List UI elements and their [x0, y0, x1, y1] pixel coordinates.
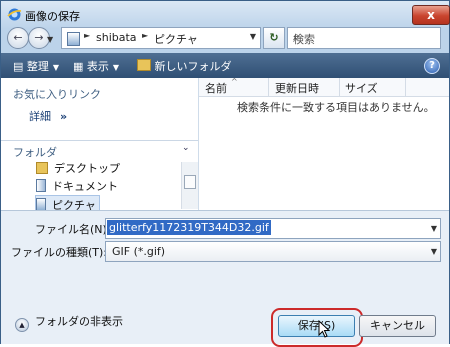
chevron-up-icon: ▲ — [15, 318, 29, 332]
back-button[interactable]: ← — [7, 27, 29, 49]
file-list[interactable]: 名前 ^ 更新日時 サイズ 検索条件に一致する項目はありません。 — [199, 77, 449, 210]
breadcrumb-separator-icon[interactable]: ► — [142, 31, 148, 40]
tree-item-label: ドキュメント — [52, 180, 118, 193]
scrollbar-thumb[interactable] — [184, 175, 196, 189]
organize-label: 整理 — [26, 60, 49, 73]
help-button[interactable]: ? — [424, 58, 440, 74]
column-divider[interactable] — [339, 78, 340, 96]
navigation-pane: お気に入りリンク 詳細» フォルダ ⌄ デスクトップ ドキュメント ピクチャ — [1, 78, 199, 215]
location-icon — [67, 32, 80, 46]
navigation-bar: ← → ▼ ► shibata ► ピクチャ ▼ ↻ 検索 ⌕ — [1, 27, 449, 51]
filename-dropdown-icon[interactable]: ▼ — [431, 224, 437, 233]
address-dropdown-icon[interactable]: ▼ — [250, 32, 256, 41]
filetype-label: ファイルの種類(T): — [11, 246, 108, 259]
tree-item-documents[interactable]: ドキュメント — [36, 178, 118, 194]
breadcrumb-pictures[interactable]: ピクチャ — [154, 31, 198, 47]
search-box[interactable]: 検索 ⌕ — [287, 27, 441, 49]
column-headers: 名前 ^ 更新日時 サイズ — [199, 77, 449, 97]
tree-item-label: デスクトップ — [54, 162, 120, 175]
views-menu[interactable]: ▦ 表示 ▼ — [73, 58, 119, 74]
refresh-button[interactable]: ↻ — [263, 27, 285, 49]
hide-folders-toggle[interactable]: ▲ フォルダの非表示 — [15, 313, 123, 332]
chevron-down-icon: ▼ — [52, 63, 60, 72]
column-size[interactable]: サイズ — [345, 80, 378, 96]
search-icon[interactable]: ⌕ — [293, 29, 436, 44]
filetype-select[interactable]: GIF (*.gif) ▼ — [105, 241, 441, 262]
details-link[interactable]: 詳細 » — [29, 108, 67, 124]
organize-menu[interactable]: ▤ 整理 ▼ — [13, 58, 59, 74]
double-chevron-icon: » — [60, 110, 68, 123]
views-label: 表示 — [86, 60, 109, 73]
column-divider[interactable] — [405, 78, 406, 96]
mouse-cursor-icon — [318, 320, 330, 338]
documents-icon — [36, 179, 46, 192]
breadcrumb-shibata[interactable]: shibata — [96, 31, 137, 44]
folder-icon — [36, 162, 48, 174]
breadcrumb-separator-icon[interactable]: ► — [84, 31, 90, 40]
command-bar: ▤ 整理 ▼ ▦ 表示 ▼ 新しいフォルダ ? — [1, 53, 449, 78]
sort-ascending-icon: ^ — [231, 77, 238, 86]
filename-value: glitterfy1172319T344D32.gif — [107, 220, 271, 235]
filename-input[interactable]: glitterfy1172319T344D32.gif ▼ — [105, 218, 441, 239]
address-bar[interactable]: ► shibata ► ピクチャ ▼ — [61, 27, 261, 49]
save-image-dialog: 画像の保存 x ← → ▼ ► shibata ► ピクチャ ▼ ↻ 検索 ⌕ … — [0, 0, 450, 347]
cancel-button[interactable]: キャンセル — [359, 315, 436, 337]
new-folder-icon — [137, 59, 151, 71]
empty-results-message: 検索条件に一致する項目はありません。 — [237, 101, 435, 114]
collapse-chevron-icon[interactable]: ⌄ — [182, 143, 190, 153]
window-title: 画像の保存 — [25, 10, 80, 23]
column-name[interactable]: 名前 — [205, 80, 227, 96]
column-divider[interactable] — [268, 78, 269, 96]
favorite-links-title: お気に入りリンク — [13, 88, 101, 101]
chevron-down-icon: ▼ — [112, 63, 120, 72]
tree-item-desktop[interactable]: デスクトップ — [36, 160, 120, 176]
folders-header[interactable]: フォルダ ⌄ — [1, 140, 198, 159]
folders-title: フォルダ — [13, 146, 57, 159]
close-button[interactable]: x — [412, 5, 450, 25]
hide-folders-label: フォルダの非表示 — [35, 315, 123, 328]
new-folder-label: 新しいフォルダ — [154, 60, 232, 73]
folder-tree-scrollbar[interactable] — [181, 162, 198, 209]
details-label: 詳細 — [29, 110, 51, 123]
title-bar: 画像の保存 x — [1, 1, 450, 29]
organize-icon: ▤ — [13, 60, 24, 73]
filetype-value: GIF (*.gif) — [112, 245, 166, 258]
filetype-dropdown-icon[interactable]: ▼ — [431, 247, 437, 256]
filename-label: ファイル名(N): — [35, 223, 111, 236]
internet-explorer-icon — [7, 8, 22, 21]
column-modified[interactable]: 更新日時 — [275, 80, 319, 96]
save-button[interactable]: 保存(S) — [278, 315, 355, 337]
recent-pages-chevron-icon[interactable]: ▼ — [47, 35, 53, 44]
views-icon: ▦ — [73, 60, 84, 73]
save-options-panel: ファイル名(N): glitterfy1172319T344D32.gif ▼ … — [1, 210, 449, 347]
new-folder-button[interactable]: 新しいフォルダ — [137, 58, 232, 74]
